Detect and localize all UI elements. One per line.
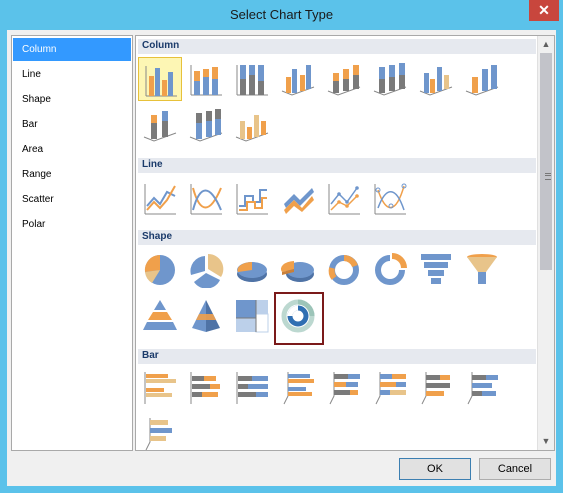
chart-type-pyramid-stacked[interactable] (414, 248, 458, 292)
chart-type-3d-line[interactable] (276, 176, 320, 220)
close-button[interactable]: ✕ (529, 0, 559, 21)
dialog-title: Select Chart Type (229, 7, 334, 22)
chart-type-exploded-pie[interactable] (184, 248, 228, 292)
chart-type-bar-3d[interactable] (414, 366, 458, 410)
chart-type-funnel[interactable] (460, 248, 504, 292)
chart-type-cylinder-stacked-100[interactable] (184, 103, 228, 147)
chart-type-step-line[interactable] (230, 176, 274, 220)
section-header-bar: Bar (138, 349, 536, 364)
title-bar: Select Chart Type ✕ (0, 0, 563, 30)
category-item-polar[interactable]: Polar (13, 213, 131, 236)
grip-icon (545, 173, 551, 180)
chart-type-doughnut[interactable] (322, 248, 366, 292)
chart-type-treemap[interactable] (230, 294, 274, 338)
chart-type-line[interactable] (138, 176, 182, 220)
category-item-area[interactable]: Area (13, 138, 131, 161)
chart-type-bar-stacked[interactable] (184, 366, 228, 410)
chart-type-bar-3d-clustered[interactable] (276, 366, 320, 410)
chart-category-list: Column Line Shape Bar Area Range Scatter… (11, 35, 133, 451)
chart-type-column-3d-stacked[interactable] (322, 57, 366, 101)
chart-type-3d-pyramid[interactable] (184, 294, 228, 338)
cancel-button[interactable]: Cancel (479, 458, 551, 480)
chart-type-column-3d-clustered[interactable] (276, 57, 320, 101)
category-item-column[interactable]: Column (13, 38, 131, 61)
category-item-bar[interactable]: Bar (13, 113, 131, 136)
chart-type-bar-stacked-100[interactable] (230, 366, 274, 410)
chart-type-spline[interactable] (184, 176, 228, 220)
section-title: Line (142, 159, 163, 170)
chart-type-bar-3d-stacked[interactable] (322, 366, 366, 410)
chart-type-column-3d-cylinder[interactable] (460, 57, 504, 101)
chart-type-bar-cylinder[interactable] (460, 366, 504, 410)
section-header-line: Line (138, 158, 536, 173)
chart-type-3d-exploded-pie[interactable] (276, 248, 320, 292)
section-title: Column (142, 40, 180, 51)
section-header-shape: Shape (138, 230, 536, 245)
highlighted-chart-box (274, 292, 324, 345)
chart-type-cylinder-stacked[interactable] (138, 103, 182, 147)
chart-type-column-stacked[interactable] (184, 57, 228, 101)
ok-button[interactable]: OK (399, 458, 471, 480)
category-item-line[interactable]: Line (13, 63, 131, 86)
category-item-range[interactable]: Range (13, 163, 131, 186)
vertical-scrollbar[interactable]: ▲ ▼ (537, 36, 554, 450)
chart-type-column-clustered[interactable] (138, 57, 182, 101)
chart-type-column-3d-stacked-100[interactable] (368, 57, 412, 101)
chart-type-cylinder-3d[interactable] (230, 103, 274, 147)
section-title: Shape (142, 231, 173, 242)
scroll-down-icon[interactable]: ▼ (539, 434, 553, 448)
chart-type-column-stacked-100[interactable] (230, 57, 274, 101)
close-icon: ✕ (538, 2, 550, 18)
scrollbar-thumb[interactable] (540, 53, 552, 270)
scroll-up-icon[interactable]: ▲ (539, 37, 553, 51)
chart-type-bar-clustered[interactable] (138, 366, 182, 410)
chart-type-bar-3d-stacked-100[interactable] (368, 366, 412, 410)
chart-type-bar-cylinder-stacked[interactable] (138, 412, 182, 450)
chart-type-exploded-doughnut[interactable] (368, 248, 412, 292)
chart-type-spline-markers[interactable] (368, 176, 412, 220)
section-header-column: Column (138, 39, 536, 54)
chart-type-line-markers[interactable] (322, 176, 366, 220)
select-chart-type-dialog: Select Chart Type ✕ Column Line Shape Ba… (0, 0, 563, 493)
dialog-body: Column Line Shape Bar Area Range Scatter… (7, 30, 556, 486)
category-item-scatter[interactable]: Scatter (13, 188, 131, 211)
category-item-shape[interactable]: Shape (13, 88, 131, 111)
chart-type-pyramid[interactable] (138, 294, 182, 338)
section-title: Bar (142, 350, 159, 361)
chart-type-pie[interactable] (138, 248, 182, 292)
chart-gallery: Column Line Shape Bar ▲ ▼ (135, 35, 555, 451)
chart-type-column-3d[interactable] (414, 57, 458, 101)
chart-type-3d-pie[interactable] (230, 248, 274, 292)
